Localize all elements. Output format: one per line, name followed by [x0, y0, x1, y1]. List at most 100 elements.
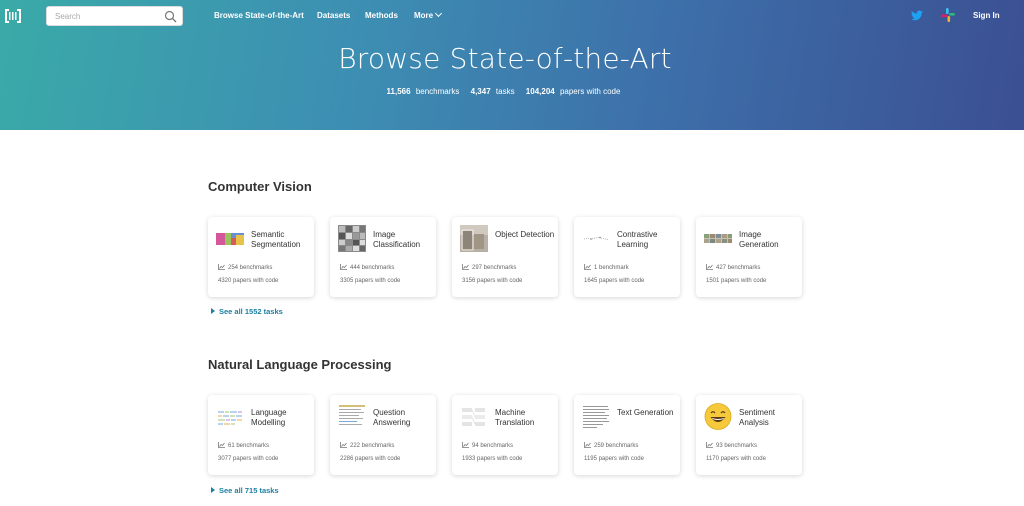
hero-stats: 11,566 benchmarks 4,347 tasks 104,204 pa… [0, 87, 1010, 96]
slack-icon[interactable] [941, 8, 955, 22]
hero-banner: Browse State-of-the-Art Datasets Methods… [0, 0, 1024, 130]
task-card-machine-translation[interactable]: Machine Translation 94 benchmarks 1933 p… [452, 395, 558, 475]
triangle-right-icon [211, 487, 215, 493]
smiley-emoji-thumbnail [704, 403, 732, 430]
contrastive-thumbnail [583, 236, 610, 241]
papers-count: 1501 papers with code [706, 278, 767, 284]
papers-count: 1170 papers with code [706, 456, 766, 462]
papers-stat: 104,204 papers with code [526, 87, 624, 96]
search-box[interactable] [46, 6, 183, 26]
nav-methods[interactable]: Methods [365, 11, 398, 20]
benchmarks-label: benchmarks [415, 87, 460, 96]
line-chart-icon [706, 264, 713, 270]
triangle-right-icon [211, 308, 215, 314]
see-all-nlp-tasks-link[interactable]: See all 715 tasks [211, 486, 279, 495]
line-chart-icon [462, 264, 469, 270]
line-chart-icon [218, 264, 225, 270]
nav-browse-sota[interactable]: Browse State-of-the-Art [214, 11, 304, 20]
nav-datasets[interactable]: Datasets [317, 11, 350, 20]
see-all-label: See all 1552 tasks [219, 307, 283, 316]
benchmarks-count: 1 benchmark [584, 264, 629, 271]
benchmarks-stat: 11,566 benchmarks [387, 87, 463, 96]
sign-in-link[interactable]: Sign In [973, 11, 1000, 20]
benchmarks-count: 222 benchmarks [340, 442, 394, 449]
task-title: Image Generation [739, 230, 779, 249]
classification-thumbnail [338, 225, 366, 252]
task-card-image-generation[interactable]: Image Generation 427 benchmarks 1501 pap… [696, 217, 802, 297]
benchmarks-count: 11,566 [386, 87, 411, 96]
task-card-object-detection[interactable]: Object Detection 297 benchmarks 3156 pap… [452, 217, 558, 297]
task-title: Contrastive Learning [617, 230, 658, 249]
line-chart-icon [706, 442, 713, 448]
papers-count: 3305 papers with code [340, 278, 401, 284]
tasks-count: 4,347 [470, 87, 491, 96]
benchmarks-count: 254 benchmarks [218, 264, 272, 271]
benchmarks-text: 93 benchmarks [716, 443, 758, 449]
generation-thumbnail [704, 234, 732, 243]
benchmarks-count: 444 benchmarks [340, 264, 394, 271]
section-title-nlp: Natural Language Processing [208, 357, 392, 372]
papers-count: 1933 papers with code [462, 456, 523, 462]
papers-label: papers with code [559, 87, 621, 96]
papers-count: 2286 papers with code [340, 456, 401, 462]
tasks-label: tasks [495, 87, 515, 96]
task-title: Machine Translation [495, 408, 535, 427]
benchmarks-text: 297 benchmarks [472, 265, 517, 271]
benchmarks-count: 93 benchmarks [706, 442, 757, 449]
papers-with-code-logo[interactable] [5, 9, 21, 23]
task-title: Text Generation [617, 408, 674, 417]
search-icon[interactable] [164, 10, 177, 23]
task-title: Semantic Segmentation [251, 230, 301, 249]
language-modelling-thumbnail [218, 411, 242, 425]
benchmarks-text: 1 benchmark [594, 265, 629, 271]
line-chart-icon [218, 442, 225, 448]
papers-count: 4320 papers with code [218, 278, 279, 284]
task-card-text-generation[interactable]: Text Generation 259 benchmarks 1195 pape… [574, 395, 680, 475]
benchmarks-count: 259 benchmarks [584, 442, 638, 449]
line-chart-icon [462, 442, 469, 448]
task-card-language-modelling[interactable]: Language Modelling 61 benchmarks 3077 pa… [208, 395, 314, 475]
task-title: Question Answering [373, 408, 411, 427]
task-card-question-answering[interactable]: Question Answering 222 benchmarks 2286 p… [330, 395, 436, 475]
papers-count: 104,204 [525, 87, 555, 96]
benchmarks-count: 94 benchmarks [462, 442, 513, 449]
benchmarks-text: 61 benchmarks [228, 443, 270, 449]
benchmarks-text: 444 benchmarks [350, 265, 395, 271]
see-all-label: See all 715 tasks [219, 486, 279, 495]
papers-count: 3077 papers with code [218, 456, 279, 462]
chevron-down-icon [435, 9, 443, 18]
benchmarks-count: 427 benchmarks [706, 264, 760, 271]
segmentation-thumbnail [216, 233, 244, 245]
qa-thumbnail [339, 405, 365, 425]
task-card-semantic-segmentation[interactable]: Semantic Segmentation 254 benchmarks 432… [208, 217, 314, 297]
line-chart-icon [584, 442, 591, 448]
benchmarks-text: 94 benchmarks [472, 443, 514, 449]
task-title: Image Classification [373, 230, 421, 249]
twitter-icon[interactable] [911, 10, 923, 21]
papers-count: 1645 papers with code [584, 278, 645, 284]
search-input[interactable] [55, 10, 155, 23]
text-generation-thumbnail [583, 406, 609, 428]
detection-thumbnail [460, 225, 488, 252]
nav-more-dropdown[interactable]: More [414, 9, 443, 20]
task-title: Language Modelling [251, 408, 287, 427]
task-card-contrastive-learning[interactable]: Contrastive Learning 1 benchmark 1645 pa… [574, 217, 680, 297]
line-chart-icon [340, 264, 347, 270]
nav-more-label: More [414, 11, 434, 20]
benchmarks-text: 222 benchmarks [350, 443, 395, 449]
translation-thumbnail [462, 408, 485, 426]
benchmarks-count: 297 benchmarks [462, 264, 516, 271]
see-all-cv-tasks-link[interactable]: See all 1552 tasks [211, 307, 283, 316]
line-chart-icon [584, 264, 591, 270]
task-title: Sentiment Analysis [739, 408, 776, 427]
line-chart-icon [340, 442, 347, 448]
benchmarks-text: 254 benchmarks [228, 265, 273, 271]
section-title-computer-vision: Computer Vision [208, 179, 312, 194]
task-card-image-classification[interactable]: Image Classification 444 benchmarks 3305… [330, 217, 436, 297]
task-title: Object Detection [495, 230, 555, 239]
task-card-sentiment-analysis[interactable]: Sentiment Analysis 93 benchmarks 1170 pa… [696, 395, 802, 475]
benchmarks-text: 427 benchmarks [716, 265, 761, 271]
papers-count: 3156 papers with code [462, 278, 523, 284]
papers-count: 1195 papers with code [584, 456, 644, 462]
benchmarks-text: 259 benchmarks [594, 443, 639, 449]
